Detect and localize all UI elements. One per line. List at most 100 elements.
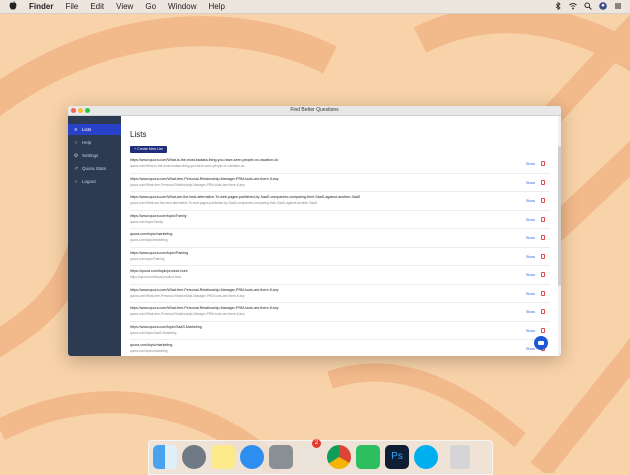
- show-button[interactable]: Show: [526, 255, 535, 259]
- list-url[interactable]: https://quora.com/topic/product-hunt: [130, 269, 188, 273]
- menu-view[interactable]: View: [116, 2, 133, 11]
- sidebar-item-quora-stats[interactable]: ↗ Quora Stats: [68, 163, 121, 174]
- apple-icon[interactable]: [9, 1, 19, 12]
- list-url[interactable]: quora.com/topic/marketing: [130, 343, 172, 347]
- menu-bar: Finder File Edit View Go Window Help: [0, 0, 630, 14]
- stats-icon: ↗: [73, 165, 79, 172]
- search-icon[interactable]: [584, 1, 592, 12]
- notes-icon[interactable]: [211, 445, 235, 469]
- menu-go[interactable]: Go: [145, 2, 156, 11]
- app-window: Find Better Questions ≡ Lists ○ Help ⚙ S…: [68, 106, 561, 356]
- list-subtitle: quora.com/What-free-Personal-Relationshi…: [130, 293, 245, 298]
- app-store-icon[interactable]: [240, 445, 264, 469]
- close-button[interactable]: [71, 108, 76, 113]
- list-row: https://quora.com/topic/product-hunt http…: [130, 266, 550, 285]
- zoom-button[interactable]: [85, 108, 90, 113]
- page-title: Lists: [130, 130, 147, 139]
- list-subtitle: quora.com/What-free-Personal-Relationshi…: [130, 182, 245, 187]
- list-url[interactable]: https://www.quora.com/topic/Family: [130, 214, 187, 218]
- minimize-button[interactable]: [78, 108, 83, 113]
- show-button[interactable]: Show: [526, 292, 535, 296]
- chat-icon: [538, 341, 544, 345]
- trash-icon[interactable]: [541, 327, 545, 333]
- scrollbar-thumb[interactable]: [558, 146, 561, 286]
- trash-icon[interactable]: [541, 290, 545, 296]
- wifi-icon[interactable]: [569, 2, 577, 12]
- bluetooth-icon[interactable]: [554, 1, 562, 12]
- chat-button[interactable]: [534, 336, 548, 350]
- menu-help[interactable]: Help: [208, 2, 224, 11]
- list-subtitle: quora.com/What-is-the-most-badass-thing-…: [130, 164, 245, 168]
- list-row: https://www.quora.com/topic/Family quora.…: [130, 211, 550, 229]
- sidebar-item-label: Logout: [82, 179, 96, 184]
- window-titlebar: Find Better Questions: [68, 106, 561, 116]
- scrollbar[interactable]: [558, 116, 561, 356]
- help-icon: ○: [74, 139, 78, 146]
- list-url[interactable]: https://www.quora.com/What-are-the-best-…: [130, 195, 360, 199]
- list-subtitle: quora.com/topic/Family: [130, 219, 163, 224]
- list-url[interactable]: https://www.quora.com/What-free-Personal…: [130, 177, 279, 181]
- list-subtitle: quora.com/What-are-the-best-alternative-…: [130, 201, 318, 205]
- menu-edit[interactable]: Edit: [90, 2, 104, 11]
- window-title: Find Better Questions: [290, 107, 339, 113]
- sidebar-item-logout[interactable]: ○ Logout: [68, 176, 121, 187]
- show-button[interactable]: Show: [526, 181, 535, 185]
- chrome-icon[interactable]: [327, 445, 351, 469]
- menu-window[interactable]: Window: [168, 2, 196, 11]
- list-subtitle: quora.com/topic/Parking: [130, 256, 165, 261]
- list-url[interactable]: https://www.quora.com/What-free-Personal…: [130, 288, 279, 292]
- notification-badge: 2: [312, 439, 321, 448]
- lists-table: https://www.quora.com/What-is-the-most-b…: [130, 155, 550, 356]
- list-url[interactable]: https://www.quora.com/topic/SaaS-Marketi…: [130, 325, 202, 329]
- sidebar-item-help[interactable]: ○ Help: [68, 137, 121, 148]
- sidebar-item-lists[interactable]: ≡ Lists: [68, 124, 121, 135]
- list-icon: ≡: [74, 126, 78, 133]
- show-button[interactable]: Show: [526, 218, 535, 222]
- show-button[interactable]: Show: [526, 236, 535, 240]
- list-url[interactable]: quora.com/topic/marketing: [130, 232, 172, 236]
- show-button[interactable]: Show: [526, 347, 535, 351]
- trash-icon[interactable]: [541, 309, 545, 314]
- list-row: quora.com/topic/marketing quora.com/topic…: [130, 229, 550, 248]
- trash-icon[interactable]: [541, 253, 545, 259]
- trash-icon[interactable]: [541, 198, 545, 203]
- show-button[interactable]: Show: [526, 199, 535, 203]
- user-icon[interactable]: [599, 1, 607, 12]
- menu-file[interactable]: File: [65, 2, 78, 11]
- list-subtitle: quora.com/topic/marketing: [130, 349, 168, 353]
- list-row: https://www.quora.com/What-is-the-most-b…: [130, 155, 550, 174]
- create-new-list-button[interactable]: + Create New List: [130, 146, 167, 153]
- show-button[interactable]: Show: [526, 273, 535, 277]
- trash-icon[interactable]: [541, 216, 545, 222]
- evernote-icon[interactable]: [356, 445, 380, 469]
- show-button[interactable]: Show: [526, 162, 535, 166]
- trash-icon[interactable]: [541, 235, 545, 240]
- show-button[interactable]: Show: [526, 310, 535, 314]
- show-button[interactable]: Show: [526, 329, 535, 333]
- calendar-app-icon[interactable]: [298, 445, 322, 469]
- list-row: https://www.quora.com/What-are-the-best-…: [130, 192, 550, 211]
- photoshop-icon[interactable]: Ps: [385, 445, 409, 469]
- dock: 2 Ps: [148, 439, 493, 475]
- sidebar-item-settings[interactable]: ⚙ Settings: [68, 150, 121, 161]
- skype-icon[interactable]: [414, 445, 438, 469]
- launchpad-icon[interactable]: [182, 445, 206, 469]
- list-url[interactable]: https://www.quora.com/What-free-Personal…: [130, 306, 279, 310]
- system-preferences-icon[interactable]: [269, 445, 293, 469]
- sidebar-item-label: Help: [82, 140, 92, 145]
- trash-icon[interactable]: [541, 179, 545, 185]
- finder-icon[interactable]: [153, 445, 177, 469]
- settings-icon: ⚙: [73, 152, 79, 159]
- list-row: https://www.quora.com/topic/SaaS-Marketi…: [130, 322, 550, 340]
- list-icon[interactable]: [614, 2, 622, 12]
- logout-icon: ○: [74, 178, 78, 185]
- sidebar-item-label: Lists: [82, 127, 92, 132]
- menu-finder[interactable]: Finder: [29, 2, 53, 11]
- sidebar-item-label: Quora Stats: [82, 166, 107, 171]
- trash-icon[interactable]: [450, 445, 470, 469]
- list-url[interactable]: https://www.quora.com/topic/Parking: [130, 251, 188, 255]
- trash-icon[interactable]: [541, 272, 545, 277]
- list-url[interactable]: https://www.quora.com/What-is-the-most-b…: [130, 158, 278, 162]
- sidebar-item-label: Settings: [82, 153, 99, 158]
- trash-icon[interactable]: [541, 161, 545, 166]
